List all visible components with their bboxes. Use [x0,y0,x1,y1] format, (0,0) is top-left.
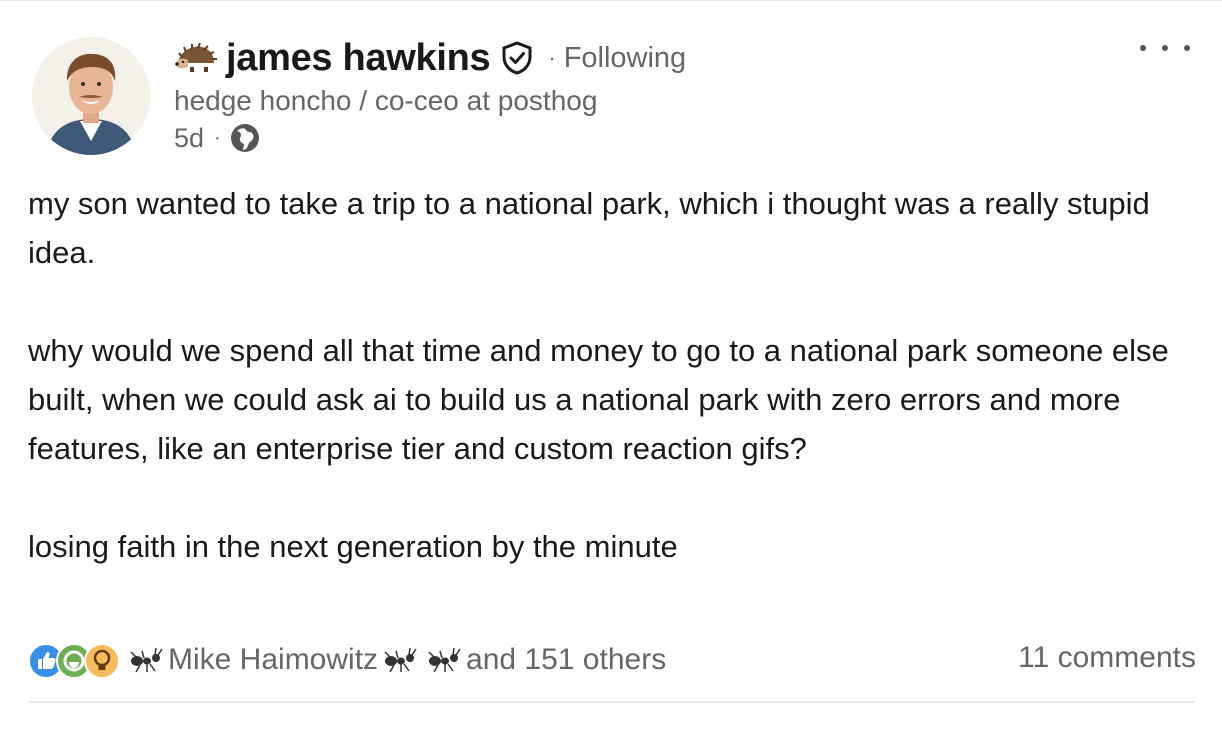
more-options-icon[interactable] [1140,33,1190,63]
post-age: 5d [174,122,205,153]
post-card: james hawkins · Following hedge honcho /… [0,0,1222,734]
reaction-icons [28,640,124,680]
ant-emoji-icon [384,647,417,673]
post-paragraph: why would we spend all that time and mon… [28,333,1169,466]
reactor-name[interactable]: Mike Haimowitz [168,643,378,677]
comments-count[interactable]: 11 comments [1018,641,1196,675]
more-dot [1162,45,1168,51]
post-meta: 5d · [174,122,261,154]
divider [28,701,1194,703]
following-label[interactable]: Following [564,42,687,75]
ant-emoji-icon [428,647,461,673]
post-paragraph: losing faith in the next generation by t… [28,529,678,564]
author-avatar[interactable] [32,37,150,155]
globe-icon [230,124,259,152]
hedgehog-emoji-icon [175,43,217,72]
post-paragraph: my son wanted to take a trip to a nation… [28,186,1150,270]
author-name-row: james hawkins · Following [174,35,686,81]
verified-shield-icon [502,41,532,75]
insightful-icon [84,643,120,679]
others-count[interactable]: and 151 others [466,643,666,677]
separator-dot: · [548,45,556,70]
author-name[interactable]: james hawkins [226,37,491,80]
post-body: my son wanted to take a trip to a nation… [28,179,1198,571]
ant-emoji-icon [130,647,163,673]
more-dot [1140,45,1146,51]
separator-dot: · [214,126,221,149]
reactions-summary[interactable]: Mike Haimowitz and 151 others [28,637,666,683]
more-dot [1184,45,1190,51]
author-headline: hedge honcho / co-ceo at posthog [174,85,598,116]
